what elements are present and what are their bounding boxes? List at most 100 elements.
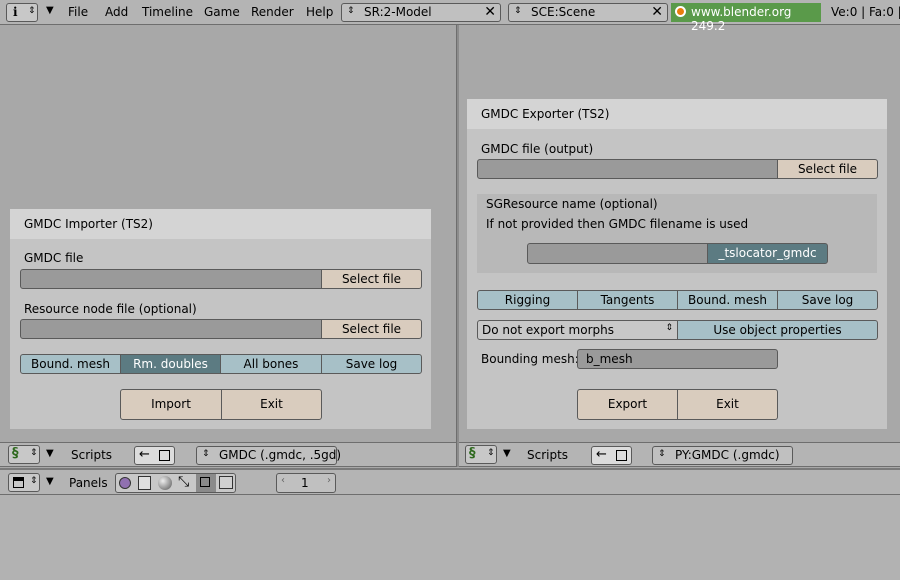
- updown-arrow-icon: ⇕: [30, 448, 38, 458]
- select-output-file-button[interactable]: Select file: [777, 159, 878, 179]
- script-nav-buttons: ←: [591, 446, 632, 465]
- export-save-log-toggle[interactable]: Save log: [777, 290, 878, 310]
- fullscreen-box-icon[interactable]: [616, 450, 627, 461]
- window-type-button[interactable]: i ⇕: [6, 3, 38, 22]
- sgresource-box: SGResource name (optional) If not provid…: [477, 194, 877, 273]
- editing-context-icon[interactable]: [196, 474, 216, 492]
- gmdc-file-input[interactable]: [20, 269, 322, 289]
- shading-context-icon[interactable]: [158, 476, 172, 490]
- script-selector[interactable]: ⇕ GMDC (.gmdc, .5gd): [196, 446, 341, 465]
- info-icon: i: [13, 5, 18, 19]
- collapse-triangle-icon[interactable]: ▼: [503, 448, 511, 459]
- menu-timeline[interactable]: Timeline: [142, 5, 193, 19]
- fullscreen-box-icon[interactable]: [159, 450, 170, 461]
- resource-node-label: Resource node file (optional): [24, 302, 197, 316]
- scene-name[interactable]: SCE:Scene: [531, 5, 595, 19]
- bounding-mesh-label: Bounding mesh:: [481, 352, 579, 366]
- select-resource-file-button[interactable]: Select file: [321, 319, 422, 339]
- scripts-menu[interactable]: Scripts: [71, 448, 112, 462]
- all-bones-toggle[interactable]: All bones: [220, 354, 322, 374]
- script-name: PY:GMDC (.gmdc): [675, 448, 780, 462]
- importer-panel: GMDC Importer (TS2) GMDC file Select fil…: [10, 209, 431, 429]
- bound-mesh-toggle[interactable]: Bound. mesh: [20, 354, 121, 374]
- logic-context-icon[interactable]: [119, 477, 131, 489]
- exporter-panel: GMDC Exporter (TS2) GMDC file (output) S…: [467, 99, 887, 429]
- close-icon[interactable]: ✕: [651, 4, 663, 20]
- buttons-header: ⇕ ▼ Panels ⤡ ‹ 1 ›: [0, 468, 900, 495]
- buttons-window-type-button[interactable]: ⇕: [8, 473, 40, 492]
- page-number-field[interactable]: ‹ 1 ›: [276, 473, 336, 493]
- importer-exit-button[interactable]: Exit: [221, 389, 322, 420]
- top-header: i ⇕ ▼ File Add Timeline Game Render Help…: [0, 0, 900, 33]
- area-divider[interactable]: [456, 25, 459, 467]
- rm-doubles-toggle[interactable]: Rm. doubles: [120, 354, 221, 374]
- script-selector[interactable]: ⇕ PY:GMDC (.gmdc): [652, 446, 793, 465]
- tslocator-button[interactable]: _tslocator_gmdc: [707, 243, 828, 264]
- updown-arrow-icon: ⇕: [28, 6, 36, 16]
- gmdc-output-input[interactable]: [477, 159, 778, 179]
- collapse-triangle-icon[interactable]: ▼: [46, 476, 54, 487]
- page-right-arrow-icon[interactable]: ›: [327, 475, 331, 486]
- object-context-icon[interactable]: ⤡: [178, 474, 189, 490]
- tangents-toggle[interactable]: Tangents: [577, 290, 678, 310]
- resource-node-input[interactable]: [20, 319, 322, 339]
- panels-menu[interactable]: Panels: [69, 476, 108, 490]
- morph-export-select[interactable]: Do not export morphs ⇕: [477, 320, 678, 340]
- updown-arrow-icon: ⇕: [487, 448, 495, 458]
- scripts-menu[interactable]: Scripts: [527, 448, 568, 462]
- left-script-header: § ⇕ ▼ Scripts ← ⇕ GMDC (.gmdc, .5gd): [0, 442, 456, 467]
- menu-game[interactable]: Game: [204, 5, 240, 19]
- gmdc-file-label: GMDC file: [24, 251, 84, 265]
- gmdc-output-label: GMDC file (output): [481, 142, 594, 156]
- close-icon[interactable]: ✕: [484, 4, 496, 20]
- export-bound-mesh-toggle[interactable]: Bound. mesh: [677, 290, 778, 310]
- script-window-type-button[interactable]: § ⇕: [8, 445, 40, 464]
- script-context-icon[interactable]: [138, 476, 151, 490]
- import-button[interactable]: Import: [120, 389, 222, 420]
- exporter-title: GMDC Exporter (TS2): [467, 99, 887, 129]
- use-object-properties-button[interactable]: Use object properties: [677, 320, 878, 340]
- scene-selector[interactable]: ⇕ SCE:Scene ✕: [508, 3, 668, 22]
- sgresource-input[interactable]: [527, 243, 708, 264]
- page-left-arrow-icon[interactable]: ‹: [281, 475, 285, 486]
- right-script-header: § ⇕ ▼ Scripts ← ⇕ PY:GMDC (.gmdc): [459, 442, 900, 467]
- python-snake-icon: §: [469, 446, 476, 461]
- back-arrow-icon[interactable]: ←: [139, 447, 150, 462]
- bounding-mesh-input[interactable]: b_mesh: [577, 349, 778, 369]
- blender-logo-icon: [675, 6, 686, 17]
- scene-stats: Ve:0 | Fa:0 |: [831, 5, 900, 19]
- updown-arrow-icon: ⇕: [658, 449, 666, 459]
- exporter-exit-button[interactable]: Exit: [677, 389, 778, 420]
- rigging-toggle[interactable]: Rigging: [477, 290, 578, 310]
- scene-context-icon[interactable]: [219, 476, 233, 489]
- select-gmdc-file-button[interactable]: Select file: [321, 269, 422, 289]
- menu-add[interactable]: Add: [105, 5, 128, 19]
- updown-arrow-icon: ⇕: [665, 323, 673, 333]
- updown-arrow-icon: ⇕: [514, 6, 522, 16]
- morph-select-value: Do not export morphs: [482, 323, 614, 337]
- updown-arrow-icon: ⇕: [30, 476, 38, 486]
- collapse-triangle-icon[interactable]: ▼: [46, 5, 54, 16]
- blender-banner: www.blender.org 249.2: [671, 3, 821, 33]
- menu-file[interactable]: File: [68, 5, 88, 19]
- context-buttons: ⤡: [115, 473, 236, 493]
- collapse-triangle-icon[interactable]: ▼: [46, 448, 54, 459]
- sgresource-label: SGResource name (optional): [486, 197, 658, 211]
- panels-icon: [13, 477, 24, 488]
- back-arrow-icon[interactable]: ←: [596, 447, 607, 462]
- screen-selector[interactable]: ⇕ SR:2-Model ✕: [341, 3, 501, 22]
- updown-arrow-icon: ⇕: [347, 6, 355, 16]
- script-nav-buttons: ←: [134, 446, 175, 465]
- updown-arrow-icon: ⇕: [202, 449, 210, 459]
- menu-render[interactable]: Render: [251, 5, 294, 19]
- sgresource-note: If not provided then GMDC filename is us…: [486, 217, 749, 231]
- script-window-type-button[interactable]: § ⇕: [465, 445, 497, 464]
- python-snake-icon: §: [12, 446, 19, 461]
- export-button[interactable]: Export: [577, 389, 678, 420]
- screen-name[interactable]: SR:2-Model: [364, 5, 432, 19]
- importer-title: GMDC Importer (TS2): [10, 209, 431, 239]
- save-log-toggle[interactable]: Save log: [321, 354, 422, 374]
- blender-version-label: www.blender.org 249.2: [691, 5, 792, 33]
- menu-help[interactable]: Help: [306, 5, 333, 19]
- script-name: GMDC (.gmdc, .5gd): [219, 448, 342, 462]
